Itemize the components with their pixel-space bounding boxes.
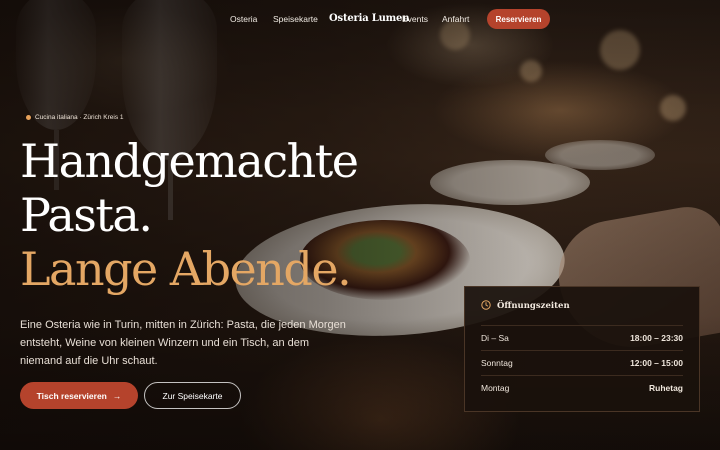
- hours-time: 12:00 – 15:00: [630, 358, 683, 368]
- hours-time: Ruhetag: [649, 383, 683, 393]
- hours-day: Di – Sa: [481, 333, 509, 343]
- hours-day: Montag: [481, 383, 510, 393]
- eyebrow-text: Cucina italiana · Zürich Kreis 1: [35, 114, 124, 121]
- arrow-right-icon: →: [112, 390, 122, 401]
- hours-day: Sonntag: [481, 358, 513, 368]
- hours-row: Di – Sa 18:00 – 23:30: [481, 326, 683, 351]
- opening-hours-card: Öffnungszeiten Di – Sa 18:00 – 23:30 Son…: [464, 286, 700, 412]
- nav-link-anfahrt[interactable]: Anfahrt: [442, 14, 469, 24]
- hours-row: Montag Ruhetag: [481, 376, 683, 400]
- reserve-nav-button[interactable]: Reservieren: [487, 9, 550, 29]
- clock-icon: [481, 297, 491, 315]
- brand-logo[interactable]: Osteria Lumen: [329, 13, 409, 24]
- dot-icon: [26, 115, 31, 120]
- hours-time: 18:00 – 23:30: [630, 333, 683, 343]
- hero-eyebrow: Cucina italiana · Zürich Kreis 1: [26, 114, 124, 121]
- headline-line-2: Pasta.: [20, 188, 153, 242]
- headline-line-3: Lange Abende.: [20, 242, 352, 296]
- nav-link-osteria[interactable]: Osteria: [230, 14, 257, 24]
- menu-button[interactable]: Zur Speisekarte: [144, 382, 241, 409]
- top-navigation: Osteria Speisekarte Osteria Lumen Events…: [0, 9, 720, 31]
- reserve-table-label: Tisch reservieren: [36, 390, 107, 401]
- nav-link-events[interactable]: Events: [402, 14, 428, 24]
- hours-row: Sonntag 12:00 – 15:00: [481, 351, 683, 376]
- hero-lead-text: Eine Osteria wie in Turin, mitten in Zür…: [20, 319, 346, 367]
- nav-link-speisekarte[interactable]: Speisekarte: [273, 14, 318, 24]
- reserve-table-button[interactable]: Tisch reservieren →: [20, 382, 138, 409]
- hero-headline: Handgemachte Pasta. Lange Abende.: [20, 134, 359, 296]
- headline-line-1: Handgemachte: [20, 134, 359, 188]
- opening-hours-title: Öffnungszeiten: [497, 301, 570, 311]
- opening-hours-header: Öffnungszeiten: [481, 287, 683, 326]
